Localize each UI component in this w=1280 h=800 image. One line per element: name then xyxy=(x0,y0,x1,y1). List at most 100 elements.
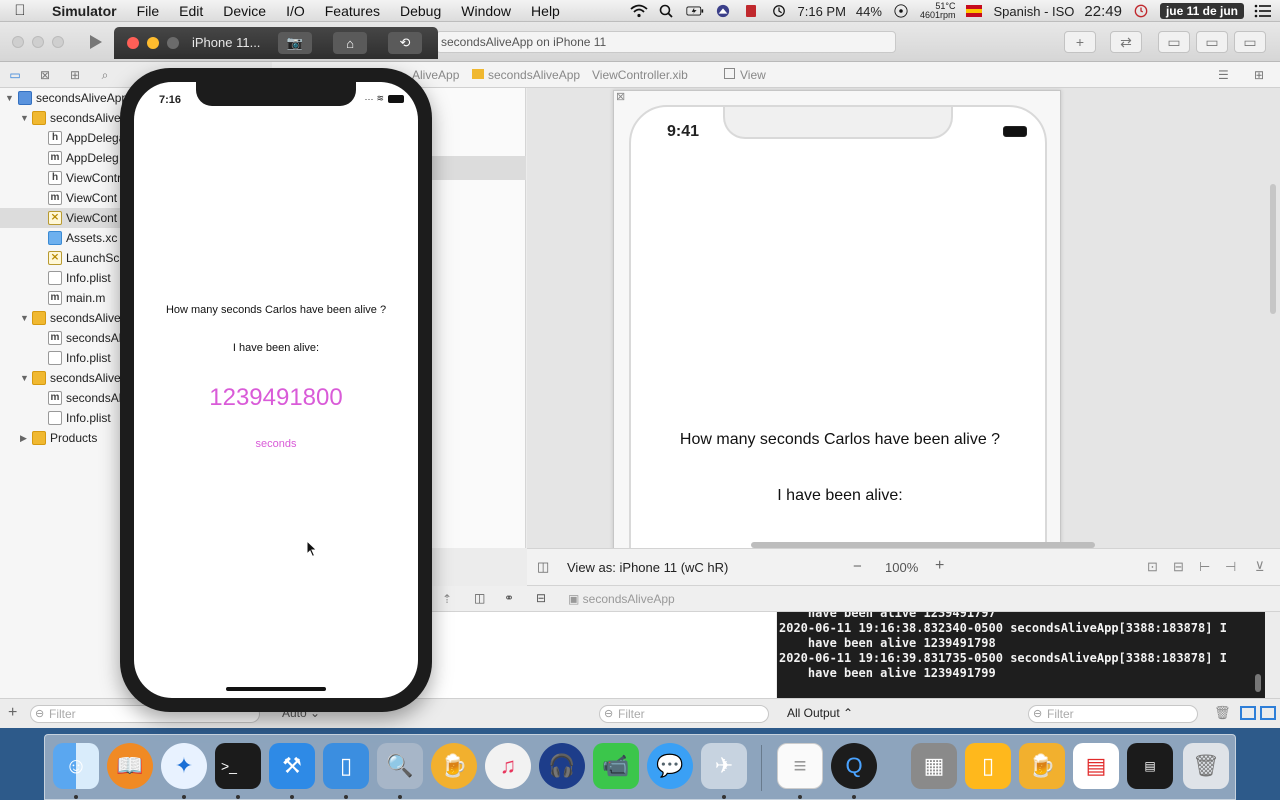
migration-icon[interactable]: ✈ xyxy=(701,743,747,789)
music-icon[interactable]: ♫ xyxy=(485,743,531,789)
toggle-debug-area-button[interactable]: ▭ xyxy=(1196,31,1228,53)
align-icon[interactable]: ⊟ xyxy=(1173,559,1184,575)
resolve-issues-icon[interactable]: ⊣ xyxy=(1225,559,1236,575)
run-button[interactable] xyxy=(82,30,110,54)
simulator-icon[interactable]: ▯ xyxy=(323,743,369,789)
vpn-icon[interactable] xyxy=(714,4,732,18)
tree-item-file[interactable]: m ViewCont xyxy=(48,188,117,208)
disclosure-triangle-icon[interactable]: ▼ xyxy=(20,373,29,383)
close-window-button[interactable] xyxy=(12,36,24,48)
memory-graph-icon[interactable]: ⚭ xyxy=(504,591,514,605)
rotate-button[interactable]: ⟲ xyxy=(388,32,422,54)
home-indicator[interactable] xyxy=(226,687,326,691)
zoom-out-button[interactable]: − xyxy=(853,558,862,575)
embed-in-icon[interactable]: ⊻ xyxy=(1255,559,1265,575)
facetime-icon[interactable]: 📹 xyxy=(593,743,639,789)
time-machine-icon[interactable] xyxy=(770,4,788,18)
tree-item-group[interactable]: secondsAlive xyxy=(32,308,121,328)
terminal-icon[interactable]: >_ xyxy=(215,743,261,789)
breadcrumb-file[interactable]: ViewController.xib xyxy=(592,68,688,82)
battery-percent[interactable]: 44% xyxy=(856,4,882,19)
menu-help[interactable]: Help xyxy=(521,3,570,19)
trash-icon[interactable]: 🗑 xyxy=(1183,743,1229,789)
disclosure-triangle-icon[interactable]: ▼ xyxy=(20,113,29,123)
menu-io[interactable]: I/O xyxy=(276,3,315,19)
library-button[interactable]: + xyxy=(1064,31,1096,53)
screenshot-button[interactable]: 📷 xyxy=(278,32,312,54)
tree-item-file[interactable]: h AppDelega xyxy=(48,128,125,148)
clock-12h[interactable]: 7:16 PM xyxy=(798,4,846,19)
tree-item-file[interactable]: Info.plist xyxy=(48,268,111,288)
toggle-navigator-button[interactable]: ▭ xyxy=(1158,31,1190,53)
console-scrollbar[interactable] xyxy=(1255,674,1261,692)
tree-item-file[interactable]: m secondsAli xyxy=(48,328,124,348)
notification-center-icon[interactable] xyxy=(1254,4,1272,18)
scene-close-icon[interactable]: ⊠ xyxy=(616,90,625,103)
step-out-icon[interactable]: ⇡ xyxy=(442,592,452,606)
apple-menu-icon[interactable]:  xyxy=(0,2,40,19)
environment-overrides-icon[interactable]: ⊟ xyxy=(536,591,546,605)
wifi-icon[interactable] xyxy=(629,4,648,18)
messages-icon[interactable]: 💬 xyxy=(647,743,693,789)
find-navigator-icon[interactable]: ⌕ xyxy=(96,68,114,82)
safari-icon[interactable]: ✦ xyxy=(161,743,207,789)
add-file-icon[interactable]: + xyxy=(8,704,17,722)
xcode-icon[interactable]: ⚒ xyxy=(269,743,315,789)
debug-target[interactable]: ▣ secondsAliveApp xyxy=(568,592,675,606)
variables-filter-input[interactable]: Filter xyxy=(599,705,769,723)
view-as-button[interactable]: View as: iPhone 11 (wC hR) xyxy=(567,560,728,575)
tree-item-group[interactable]: secondsAlive xyxy=(32,368,121,388)
view-debugger-icon[interactable]: ◫ xyxy=(474,591,485,605)
interface-builder-canvas[interactable]: ⊠ 9:41 How many seconds Carlos have been… xyxy=(527,88,1280,548)
menu-debug[interactable]: Debug xyxy=(390,3,451,19)
disclosure-triangle-icon[interactable]: ▼ xyxy=(5,93,14,103)
photo-icon[interactable]: ▦ xyxy=(911,743,957,789)
breadcrumb-project[interactable]: AliveApp xyxy=(412,68,459,82)
date-display[interactable]: jue 11 de jun xyxy=(1159,3,1244,19)
ib-question-label[interactable]: How many seconds Carlos have been alive … xyxy=(631,431,1045,449)
timer-icon[interactable] xyxy=(1132,4,1150,18)
tree-item-file[interactable]: Info.plist xyxy=(48,348,111,368)
beer-icon[interactable]: 🍺 xyxy=(431,743,477,789)
menu-window[interactable]: Window xyxy=(451,3,521,19)
add-editor-icon[interactable]: ⊞ xyxy=(1254,68,1264,82)
quicktime-icon[interactable]: Q xyxy=(831,743,877,789)
split-left-icon[interactable] xyxy=(1240,706,1256,720)
zoom-in-button[interactable]: + xyxy=(935,557,944,575)
add-constraints-icon[interactable]: ⊢ xyxy=(1199,559,1210,575)
update-frames-icon[interactable]: ⊡ xyxy=(1147,559,1158,575)
ib-scene-frame[interactable]: ⊠ 9:41 How many seconds Carlos have been… xyxy=(613,90,1061,548)
toggle-inspector-button[interactable]: ▭ xyxy=(1234,31,1266,53)
zoom-window-button[interactable] xyxy=(52,36,64,48)
iphone-icon[interactable]: ▯ xyxy=(965,743,1011,789)
sim-zoom-button[interactable] xyxy=(167,37,179,49)
breadcrumb-group[interactable]: secondsAliveApp xyxy=(472,68,580,82)
tree-item-group[interactable]: Products xyxy=(32,428,97,448)
tree-item-file[interactable]: Info.plist xyxy=(48,408,111,428)
menu-device[interactable]: Device xyxy=(213,3,276,19)
tree-item-file-selected[interactable]: ⨯ ViewCont xyxy=(48,208,117,228)
preview-icon[interactable]: 🔍 xyxy=(377,743,423,789)
trash-icon[interactable]: 🗑 xyxy=(1214,705,1231,721)
tree-item-file[interactable]: ⨯ LaunchSc xyxy=(48,248,119,268)
simulator-screen[interactable]: 7:16 ··· ≋ How many seconds Carlos have … xyxy=(134,82,418,698)
tree-item-project[interactable]: secondsAliveApp xyxy=(18,88,128,108)
textedit-icon[interactable]: ≡ xyxy=(777,743,823,789)
project-navigator-icon[interactable]: ▭ xyxy=(6,68,24,82)
tree-item-group[interactable]: secondsAlive xyxy=(32,108,121,128)
ib-device-view[interactable]: 9:41 How many seconds Carlos have been a… xyxy=(629,105,1047,548)
spotlight-icon[interactable] xyxy=(658,4,676,18)
podcast-icon[interactable]: 🎧 xyxy=(539,743,585,789)
beer-icon[interactable]: 🍺 xyxy=(1019,743,1065,789)
files-icon[interactable]: ▤ xyxy=(1073,743,1119,789)
menu-app-name[interactable]: Simulator xyxy=(40,3,127,19)
input-source[interactable]: Spanish - ISO xyxy=(993,4,1074,19)
split-right-icon[interactable] xyxy=(1260,706,1276,720)
editor-options-icon[interactable]: ☰ xyxy=(1218,68,1229,82)
symbol-navigator-icon[interactable]: ⊞ xyxy=(66,68,84,82)
home-button[interactable]: ⌂ xyxy=(333,32,367,54)
flashcard-icon[interactable] xyxy=(742,4,760,18)
source-control-icon[interactable]: ⊠ xyxy=(36,68,54,82)
debug-console[interactable]: have been alive 1239491797 2020-06-11 19… xyxy=(777,612,1265,698)
menu-edit[interactable]: Edit xyxy=(169,3,213,19)
